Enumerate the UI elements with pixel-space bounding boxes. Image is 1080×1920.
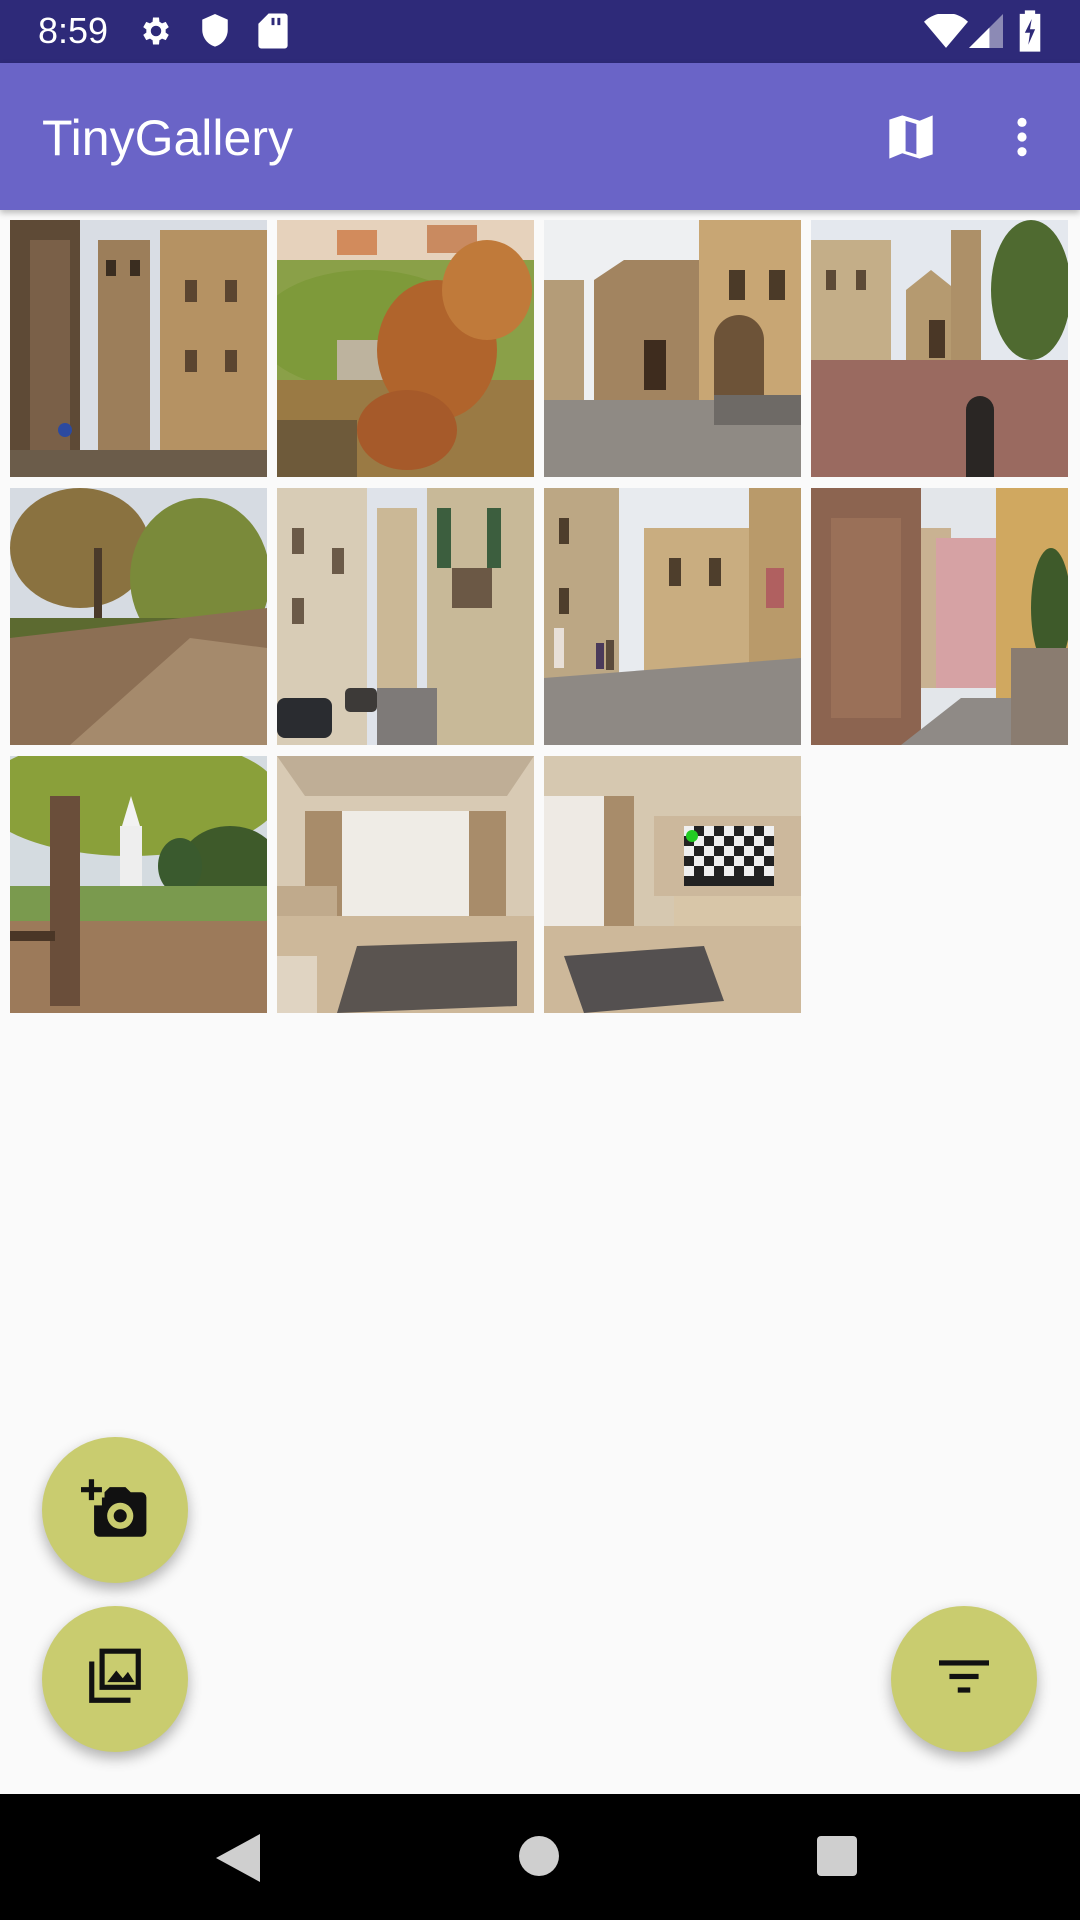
map-icon[interactable] [884,111,938,168]
add-a-photo-icon [81,1478,149,1543]
photo-thumbnail[interactable] [277,756,534,1013]
photo-thumbnail[interactable] [811,488,1068,745]
photo-thumbnail[interactable] [544,220,801,477]
photo-thumbnail[interactable] [811,220,1068,477]
status-time: 8:59 [38,10,109,51]
photo-thumbnail[interactable] [10,488,267,745]
photo-thumbnail[interactable] [544,488,801,745]
add-photo-button[interactable] [42,1437,188,1583]
photo-thumbnail[interactable] [544,756,801,1013]
navigation-bar [0,1794,1080,1920]
back-icon[interactable] [216,1834,260,1887]
more-vert-icon[interactable] [1000,109,1044,170]
battery-charging-icon [1018,10,1042,57]
app-bar: TinyGallery [0,63,1080,210]
settings-gear-icon [138,13,174,54]
photo-library-button[interactable] [42,1606,188,1752]
filter-icon [939,1659,989,1700]
photo-library-icon [84,1646,146,1713]
home-icon[interactable] [519,1836,559,1881]
filter-button[interactable] [891,1606,1037,1752]
app-title: TinyGallery [42,110,293,166]
recents-icon[interactable] [817,1836,857,1881]
sd-card-icon [258,12,288,55]
photo-thumbnail[interactable] [10,220,267,477]
photo-thumbnail[interactable] [10,756,267,1013]
photo-thumbnail[interactable] [277,488,534,745]
status-bar: 8:59 [0,0,1080,63]
wifi-icon [924,12,968,53]
cell-signal-icon [968,14,1004,53]
shield-icon [198,12,232,55]
photo-thumbnail[interactable] [277,220,534,477]
